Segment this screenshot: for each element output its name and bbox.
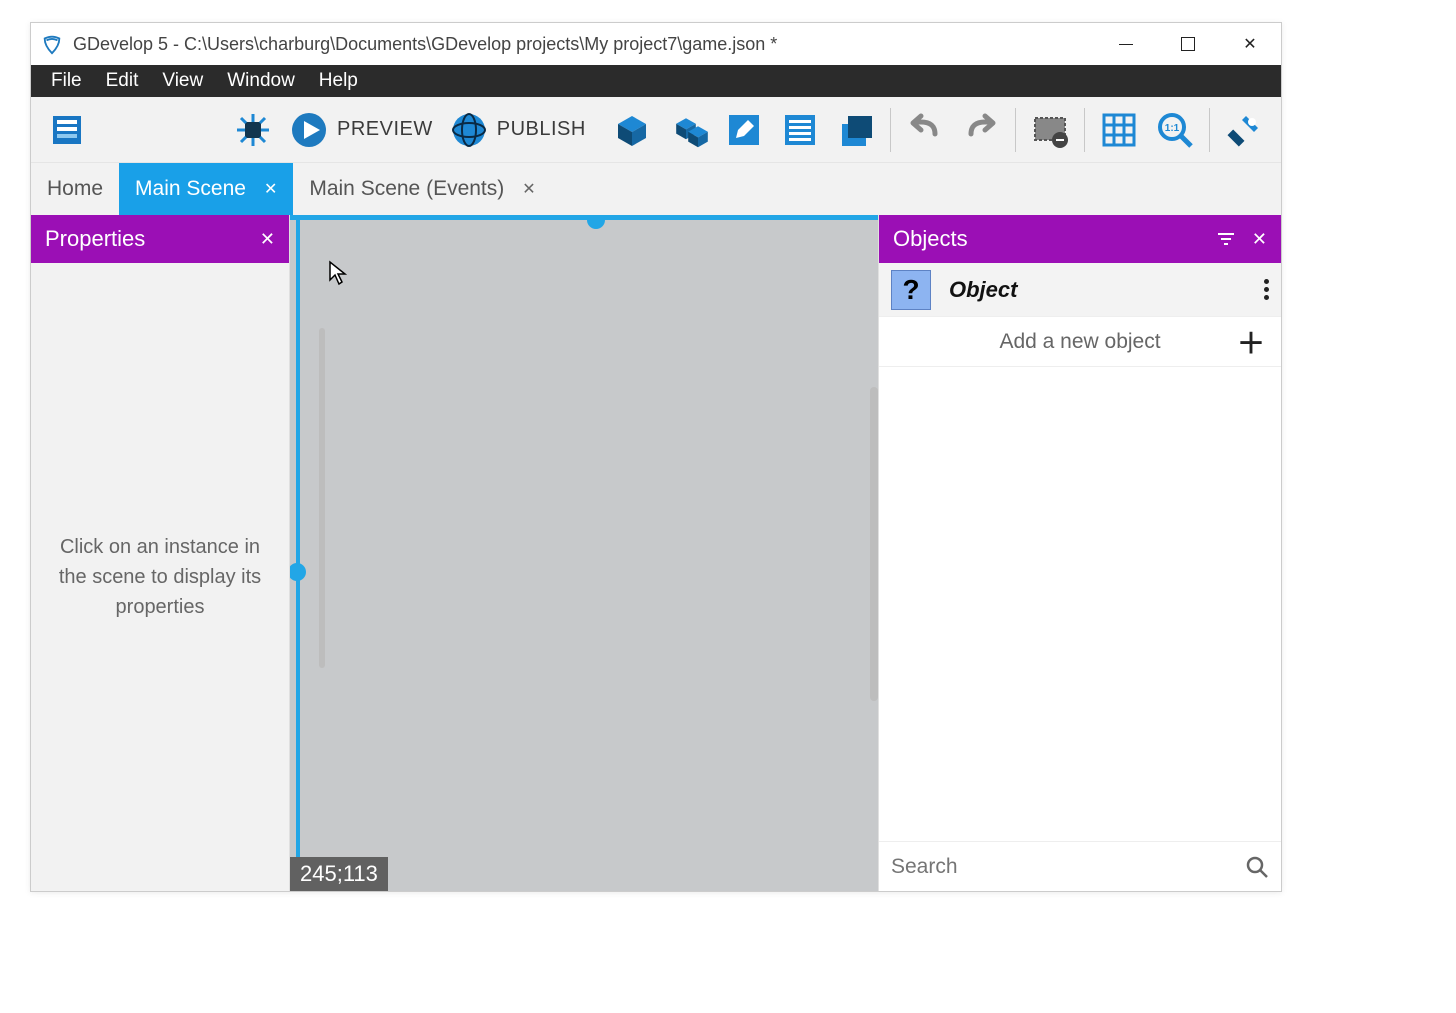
menu-window[interactable]: Window — [215, 64, 307, 98]
svg-text:1:1: 1:1 — [1165, 123, 1180, 134]
toolbar-separator — [1015, 108, 1016, 152]
properties-close-icon[interactable]: ✕ — [260, 229, 275, 250]
publish-label: PUBLISH — [497, 118, 586, 141]
objects-close-icon[interactable]: ✕ — [1252, 229, 1267, 250]
preview-button[interactable]: PREVIEW — [283, 105, 439, 155]
menu-edit[interactable]: Edit — [94, 64, 151, 98]
properties-title: Properties — [45, 226, 145, 252]
tabstrip: Home Main Scene ✕ Main Scene (Events) ✕ — [31, 163, 1281, 215]
tab-home[interactable]: Home — [31, 163, 119, 215]
filter-icon[interactable] — [1216, 229, 1236, 249]
grid-toggle-button[interactable] — [1093, 105, 1145, 155]
scene-handle-left[interactable] — [290, 563, 306, 581]
edit-button[interactable] — [718, 105, 770, 155]
toolbar: PREVIEW PUBLISH — [31, 97, 1281, 163]
toolbar-separator — [1209, 108, 1210, 152]
tab-label: Home — [47, 177, 103, 201]
tab-close-icon[interactable]: ✕ — [522, 179, 535, 199]
publish-button[interactable]: PUBLISH — [443, 105, 592, 155]
window-controls — [1095, 23, 1281, 65]
properties-list-button[interactable] — [774, 105, 826, 155]
project-manager-button[interactable] — [41, 105, 93, 155]
object-menu-icon[interactable] — [1264, 279, 1269, 300]
objects-header: Objects ✕ — [879, 215, 1281, 263]
redo-button[interactable] — [955, 105, 1007, 155]
main-area: Properties ✕ Click on an instance in the… — [31, 215, 1281, 891]
objects-panel: Objects ✕ ? Object Add a new object ＋ — [878, 215, 1281, 891]
scene-canvas[interactable]: 245;113 — [290, 215, 878, 891]
menu-file[interactable]: File — [39, 64, 94, 98]
add-object-button[interactable] — [606, 105, 658, 155]
maximize-button[interactable] — [1157, 23, 1219, 65]
tab-label: Main Scene — [135, 177, 246, 201]
mask-toggle-button[interactable] — [1024, 105, 1076, 155]
add-object-label: Add a new object — [999, 330, 1160, 354]
tab-main-scene-events[interactable]: Main Scene (Events) ✕ — [293, 163, 551, 215]
preview-label: PREVIEW — [337, 118, 433, 141]
object-name: Object — [949, 277, 1246, 303]
properties-panel: Properties ✕ Click on an instance in the… — [31, 215, 290, 891]
tab-label: Main Scene (Events) — [309, 177, 504, 201]
objects-empty-space — [879, 367, 1281, 841]
toolbar-separator — [890, 108, 891, 152]
scene-handle-top[interactable] — [587, 215, 605, 229]
menu-view[interactable]: View — [150, 64, 215, 98]
plus-icon: ＋ — [1237, 322, 1265, 362]
objects-title: Objects — [893, 226, 968, 252]
settings-button[interactable] — [1218, 105, 1270, 155]
tab-close-icon[interactable]: ✕ — [264, 179, 277, 199]
object-thumbnail-icon: ? — [891, 270, 931, 310]
layers-button[interactable] — [830, 105, 882, 155]
app-logo-icon — [41, 33, 63, 55]
objects-search-input[interactable] — [891, 855, 1245, 879]
app-window: GDevelop 5 - C:\Users\charburg\Documents… — [30, 22, 1282, 892]
titlebar: GDevelop 5 - C:\Users\charburg\Documents… — [31, 23, 1281, 65]
undo-button[interactable] — [899, 105, 951, 155]
object-row[interactable]: ? Object — [879, 263, 1281, 317]
panel-resize-handle[interactable] — [319, 328, 325, 668]
menu-help[interactable]: Help — [307, 64, 370, 98]
close-button[interactable] — [1219, 23, 1281, 65]
properties-header: Properties ✕ — [31, 215, 289, 263]
properties-placeholder: Click on an instance in the scene to dis… — [31, 263, 289, 891]
objects-search-row — [879, 841, 1281, 891]
search-icon[interactable] — [1245, 855, 1269, 879]
minimize-button[interactable] — [1095, 23, 1157, 65]
toolbar-separator — [1084, 108, 1085, 152]
cursor-icon — [328, 260, 348, 292]
zoom-reset-button[interactable]: 1:1 — [1149, 105, 1201, 155]
tab-main-scene[interactable]: Main Scene ✕ — [119, 163, 293, 215]
objects-list-button[interactable] — [662, 105, 714, 155]
menubar: File Edit View Window Help — [31, 65, 1281, 97]
coordinates-badge: 245;113 — [290, 857, 388, 891]
debug-button[interactable] — [227, 105, 279, 155]
scene-boundary-top — [290, 215, 878, 220]
scene-boundary-left — [296, 217, 300, 891]
window-title: GDevelop 5 - C:\Users\charburg\Documents… — [73, 34, 1095, 55]
scene-scrollbar[interactable] — [870, 387, 878, 701]
add-object-row[interactable]: Add a new object ＋ — [879, 317, 1281, 367]
